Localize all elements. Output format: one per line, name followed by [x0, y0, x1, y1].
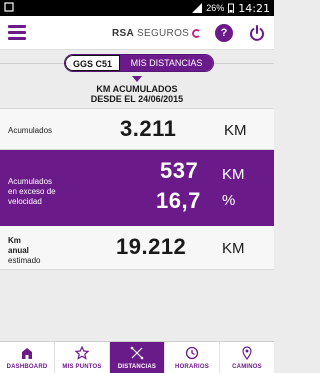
- notification-icon: [4, 2, 14, 12]
- clock-icon: [185, 346, 199, 360]
- accumulated-row: Acumulados 3.211 KM: [0, 108, 274, 150]
- nav-distancias[interactable]: DISTANCIAS: [110, 342, 165, 373]
- speeding-label-line3: velocidad: [8, 197, 42, 206]
- nav-horarios-label: HORARIOS: [175, 364, 209, 370]
- rsa-logo: RSA SEGUROS: [112, 26, 202, 40]
- nav-mis-puntos-label: MIS PUNTOS: [62, 364, 102, 370]
- annual-label-line2: anual: [8, 246, 29, 255]
- distances-tab[interactable]: MIS DISTANCIAS: [120, 55, 213, 71]
- clock: 14:21: [238, 1, 270, 15]
- annual-label: Km anual estimado: [8, 236, 40, 266]
- map-pin-icon: [242, 346, 252, 360]
- speeding-km-value: 537: [160, 158, 199, 183]
- speeding-km-unit: KM: [222, 166, 245, 183]
- speeding-percent-value: 16,7: [156, 188, 201, 213]
- logo-swirl-icon: [192, 28, 202, 38]
- nav-distancias-label: DISTANCIAS: [117, 364, 157, 370]
- route-icon: [130, 346, 144, 360]
- app-header: RSA SEGUROS ?: [0, 16, 274, 50]
- annual-value: 19.212: [116, 234, 187, 259]
- accumulated-value: 3.211: [120, 116, 177, 141]
- nav-dashboard[interactable]: DASHBOARD: [0, 342, 55, 373]
- speeding-row: Acumulados en exceso de velocidad 537 KM…: [0, 150, 274, 226]
- annual-unit: KM: [222, 240, 245, 257]
- heading-date: DESDE EL 24/06/2015: [90, 94, 184, 104]
- battery-icon: [228, 3, 235, 13]
- nav-mis-puntos[interactable]: MIS PUNTOS: [55, 342, 110, 373]
- chevron-down-icon: [132, 76, 142, 82]
- signal-icon: [192, 3, 203, 13]
- speeding-label: Acumulados en exceso de velocidad: [8, 177, 56, 207]
- help-button[interactable]: ?: [215, 24, 233, 42]
- accumulated-unit: KM: [224, 122, 247, 139]
- annual-label-line1: Km: [8, 236, 21, 245]
- heading-title: KM ACUMULADOS: [96, 84, 178, 94]
- nav-dashboard-label: DASHBOARD: [6, 364, 48, 370]
- accumulated-label: Acumulados: [8, 126, 53, 135]
- annual-estimate-row: Km anual estimado 19.212 KM: [0, 226, 274, 270]
- vehicle-section-toggle: GGS C51 MIS DISTANCIAS: [0, 50, 274, 82]
- logo-brand: RSA: [112, 27, 135, 39]
- speeding-label-line1: Acumulados: [8, 177, 53, 186]
- speeding-percent-unit: %: [222, 192, 236, 209]
- nav-horarios[interactable]: HORARIOS: [165, 342, 220, 373]
- nav-caminos[interactable]: CAMINOS: [220, 342, 274, 373]
- house-icon: [22, 348, 32, 359]
- power-icon[interactable]: [248, 24, 266, 42]
- star-icon: [75, 346, 89, 360]
- vehicle-tab[interactable]: GGS C51: [65, 55, 120, 71]
- hamburger-menu-icon[interactable]: [8, 25, 26, 41]
- logo-text: SEGUROS: [137, 27, 190, 39]
- battery-percentage: 26%: [206, 3, 225, 13]
- annual-label-line3: estimado: [8, 256, 41, 265]
- page-heading: KM ACUMULADOS DESDE EL 24/06/2015: [0, 84, 274, 104]
- bottom-navigation: DASHBOARD MIS PUNTOS DISTANCIAS HORARIOS…: [0, 341, 274, 373]
- status-bar: 26% 14:21: [0, 0, 274, 16]
- speeding-label-line2: en exceso de: [8, 187, 56, 196]
- nav-caminos-label: CAMINOS: [232, 364, 262, 370]
